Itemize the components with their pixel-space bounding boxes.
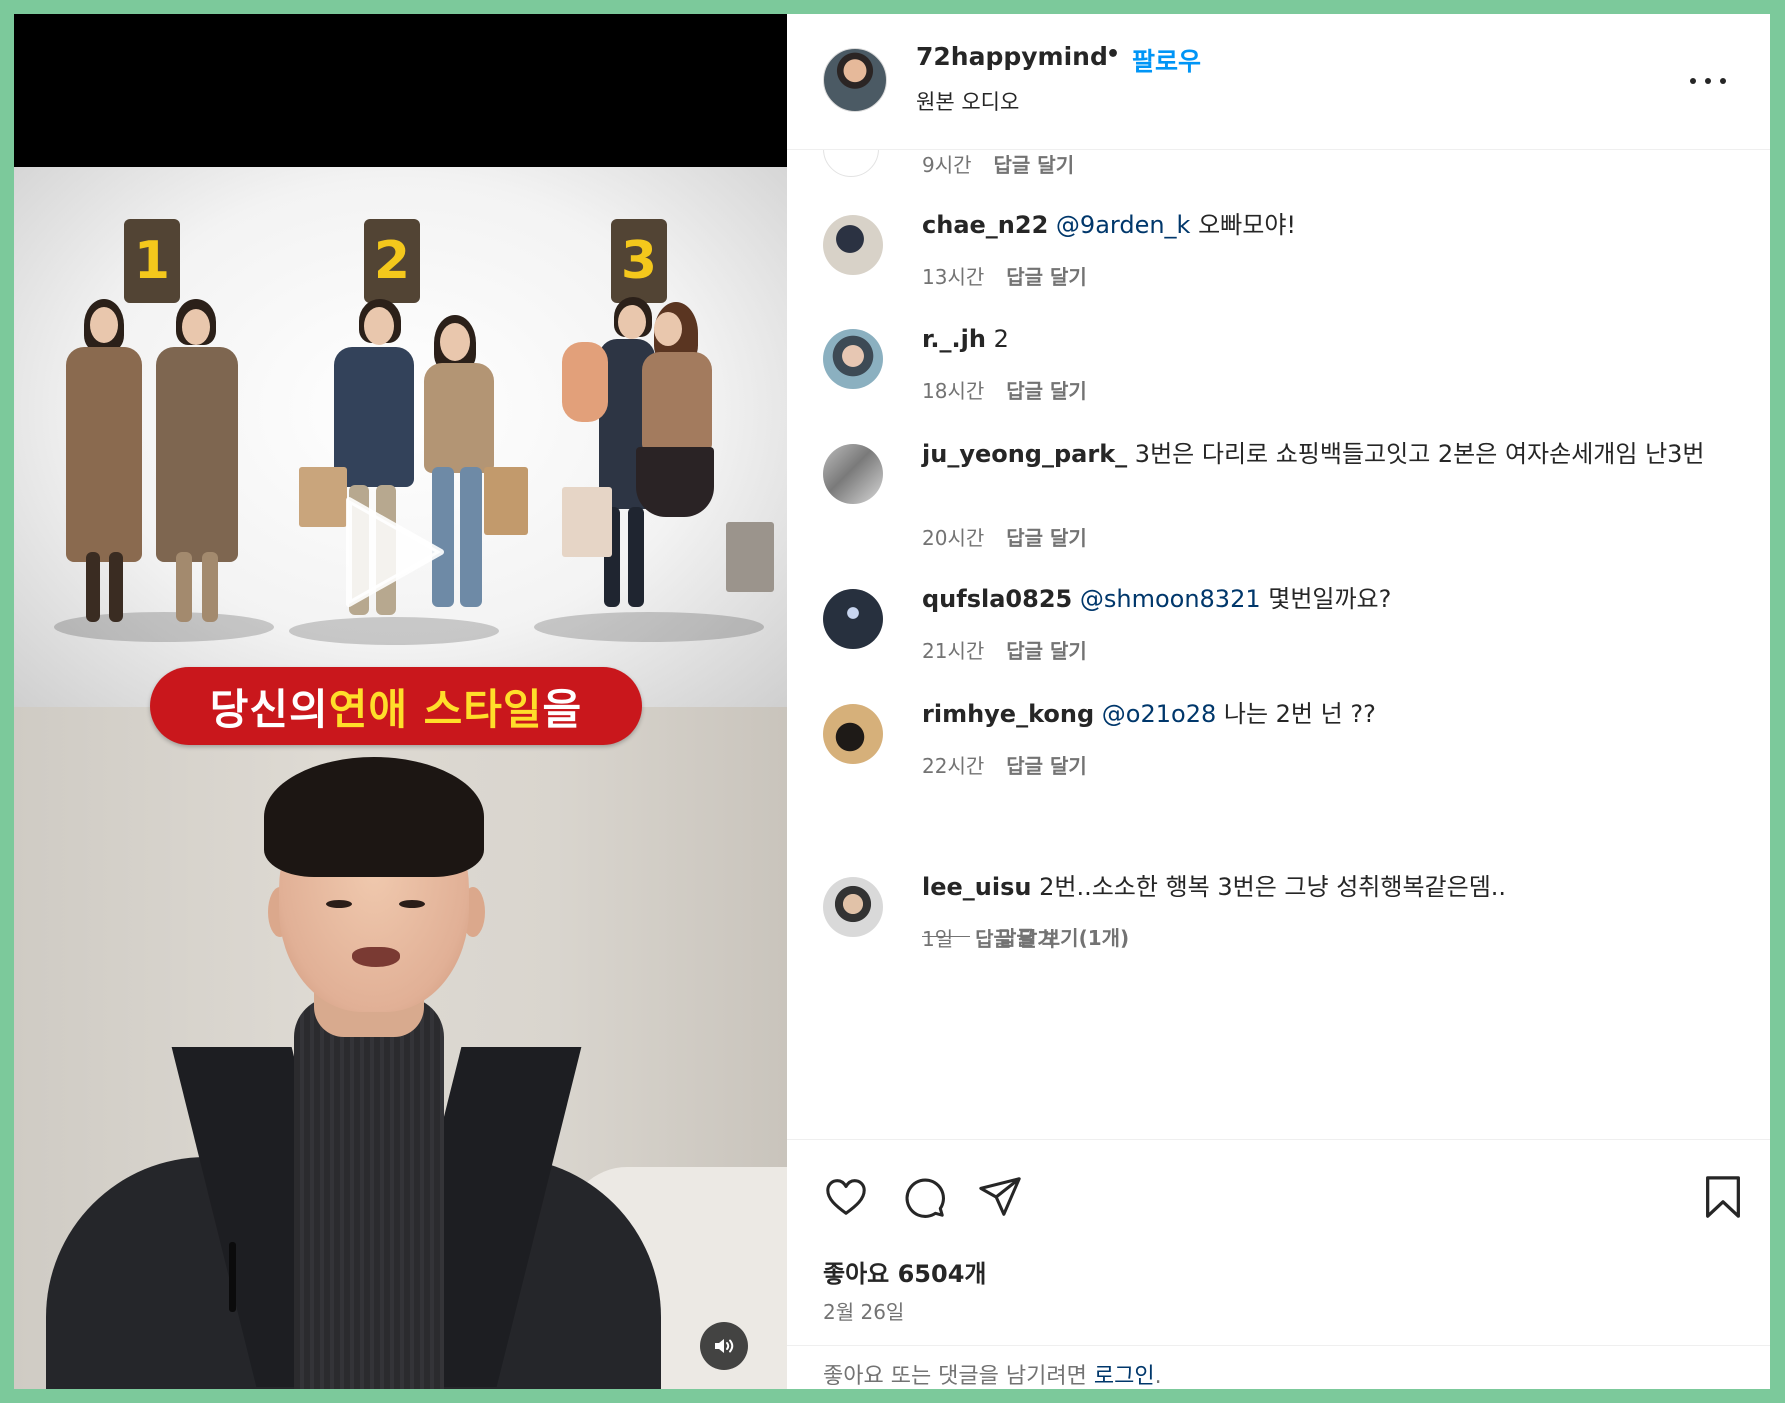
comment-meta: 18시간 답글 달기 bbox=[922, 375, 1087, 404]
audio-toggle-button[interactable] bbox=[700, 1322, 748, 1370]
banner-text-1: 당신의 bbox=[209, 684, 329, 734]
login-prompt: 좋아요 또는 댓글을 남기려면 로그인. bbox=[823, 1358, 1162, 1389]
speaker-icon bbox=[715, 1339, 734, 1353]
comment-text: r._.jh 2 bbox=[922, 323, 1742, 356]
presenter-hair bbox=[264, 757, 484, 877]
comment-username[interactable]: ju_yeong_park_ bbox=[922, 440, 1127, 468]
likes-count[interactable]: 좋아요 6504개 bbox=[823, 1254, 986, 1289]
comment-avatar[interactable] bbox=[823, 444, 883, 504]
comment-avatar[interactable] bbox=[823, 704, 883, 764]
comment-text: ju_yeong_park_ 3번은 다리로 쇼핑백들고잇고 2본은 여자손세개… bbox=[922, 438, 1742, 471]
post-details-panel: 72happymind • 팔로우 원본 오디오 9시간 답글 달기 chae_… bbox=[787, 14, 1770, 1389]
reply-button[interactable]: 답글 달기 bbox=[1006, 522, 1087, 551]
comment-meta: 9시간 답글 달기 bbox=[922, 149, 1074, 178]
comment-icon[interactable] bbox=[901, 1174, 947, 1220]
comment-mention[interactable]: @shmoon8321 bbox=[1080, 585, 1261, 613]
comment-text: rimhye_kong @o21o28 나는 2번 넌 ?? bbox=[922, 698, 1742, 731]
bookmark-icon[interactable] bbox=[1700, 1174, 1746, 1220]
comment-body: 2 bbox=[985, 325, 1009, 353]
reply-button[interactable]: 답글 달기 bbox=[994, 149, 1075, 178]
badge-3: 3 bbox=[611, 219, 667, 303]
share-icon[interactable] bbox=[977, 1174, 1023, 1220]
comment-mention[interactable]: @9arden_k bbox=[1056, 211, 1191, 239]
reply-button[interactable]: 답글 달기 bbox=[975, 923, 1056, 952]
comment-text: chae_n22 @9arden_k 오빠모야! bbox=[922, 209, 1742, 242]
author-avatar[interactable] bbox=[823, 48, 887, 112]
badge-1: 1 bbox=[124, 219, 180, 303]
header-separator: • bbox=[1106, 42, 1121, 67]
comment-body: 2번..소소한 행복 3번은 그냥 성취행복같은뎀.. bbox=[1031, 873, 1507, 901]
comment-avatar[interactable] bbox=[823, 215, 883, 275]
post-date: 2월 26일 bbox=[823, 1300, 905, 1324]
login-prompt-text: 좋아요 또는 댓글을 남기려면 bbox=[823, 1364, 1094, 1389]
post-window: 1 2 3 당신의 연애 스타일 을 72happymind • 팔로우 원본 … bbox=[14, 14, 1770, 1389]
comment-meta: 13시간 답글 달기 bbox=[922, 261, 1087, 290]
presenter-turtleneck bbox=[294, 997, 444, 1389]
play-icon[interactable] bbox=[339, 492, 449, 612]
login-suffix: . bbox=[1154, 1364, 1162, 1389]
video-caption-banner: 당신의 연애 스타일 을 bbox=[150, 667, 642, 745]
heart-icon[interactable] bbox=[823, 1174, 869, 1220]
comment-username[interactable]: rimhye_kong bbox=[922, 700, 1094, 728]
comment-text: qufsla0825 @shmoon8321 몇번일까요? bbox=[922, 583, 1742, 616]
badge-2: 2 bbox=[364, 219, 420, 303]
comment-username[interactable]: r._.jh bbox=[922, 325, 986, 353]
comment-avatar[interactable] bbox=[823, 149, 879, 177]
follow-button[interactable]: 팔로우 bbox=[1132, 42, 1201, 78]
banner-text-2: 을 bbox=[542, 684, 583, 734]
comment-body: 오빠모야! bbox=[1190, 211, 1297, 239]
comments-list[interactable]: 9시간 답글 달기 chae_n22 @9arden_k 오빠모야! 13시간 … bbox=[787, 149, 1770, 1139]
comment-mention[interactable]: @o21o28 bbox=[1102, 700, 1216, 728]
more-options-icon[interactable] bbox=[1690, 76, 1726, 86]
comment-time: 9시간 bbox=[922, 153, 972, 177]
comment-body: 나는 2번 넌 ?? bbox=[1216, 700, 1376, 728]
original-audio-link[interactable]: 원본 오디오 bbox=[916, 86, 1019, 116]
comment-username[interactable]: lee_uisu bbox=[922, 873, 1031, 901]
comment-avatar[interactable] bbox=[823, 329, 883, 389]
comment-body: 3번은 다리로 쇼핑백들고잇고 2본은 여자손세개임 난3번 bbox=[1127, 440, 1705, 468]
comment-time: 1일 bbox=[922, 927, 954, 951]
reply-button[interactable]: 답글 달기 bbox=[1006, 635, 1087, 664]
video-frame: 1 2 3 당신의 연애 스타일 을 bbox=[14, 167, 787, 1389]
banner-highlight: 연애 스타일 bbox=[328, 684, 543, 734]
comment-meta: 1일 답글 달기 bbox=[922, 923, 1056, 952]
comment-username[interactable]: chae_n22 bbox=[922, 211, 1048, 239]
reply-button[interactable]: 답글 달기 bbox=[1006, 375, 1087, 404]
reel-video[interactable]: 1 2 3 당신의 연애 스타일 을 bbox=[14, 14, 787, 1389]
login-link[interactable]: 로그인 bbox=[1094, 1364, 1155, 1389]
comment-username[interactable]: qufsla0825 bbox=[922, 585, 1072, 613]
comment-avatar[interactable] bbox=[823, 589, 883, 649]
post-header: 72happymind • 팔로우 원본 오디오 bbox=[787, 14, 1770, 150]
comment-avatar[interactable] bbox=[823, 877, 883, 937]
comment-time: 21시간 bbox=[922, 639, 985, 663]
illustration-couples: 1 2 3 bbox=[14, 167, 787, 707]
comment-body: 몇번일까요? bbox=[1260, 585, 1392, 613]
author-username[interactable]: 72happymind bbox=[916, 42, 1108, 71]
post-actions: 좋아요 6504개 2월 26일 좋아요 또는 댓글을 남기려면 로그인. bbox=[787, 1139, 1770, 1389]
reply-button[interactable]: 답글 달기 bbox=[1006, 750, 1087, 779]
reply-button[interactable]: 답글 달기 bbox=[1006, 261, 1087, 290]
comment-meta: 20시간 답글 달기 bbox=[922, 522, 1087, 551]
login-prompt-bar: 좋아요 또는 댓글을 남기려면 로그인. bbox=[787, 1345, 1770, 1389]
comment-time: 18시간 bbox=[922, 379, 985, 403]
comment-meta: 21시간 답글 달기 bbox=[922, 635, 1087, 664]
comment-time: 13시간 bbox=[922, 265, 985, 289]
comment-time: 20시간 bbox=[922, 526, 985, 550]
comment-time: 22시간 bbox=[922, 754, 985, 778]
comment-meta: 22시간 답글 달기 bbox=[922, 750, 1087, 779]
comment-text: lee_uisu 2번..소소한 행복 3번은 그냥 성취행복같은뎀.. bbox=[922, 871, 1742, 904]
